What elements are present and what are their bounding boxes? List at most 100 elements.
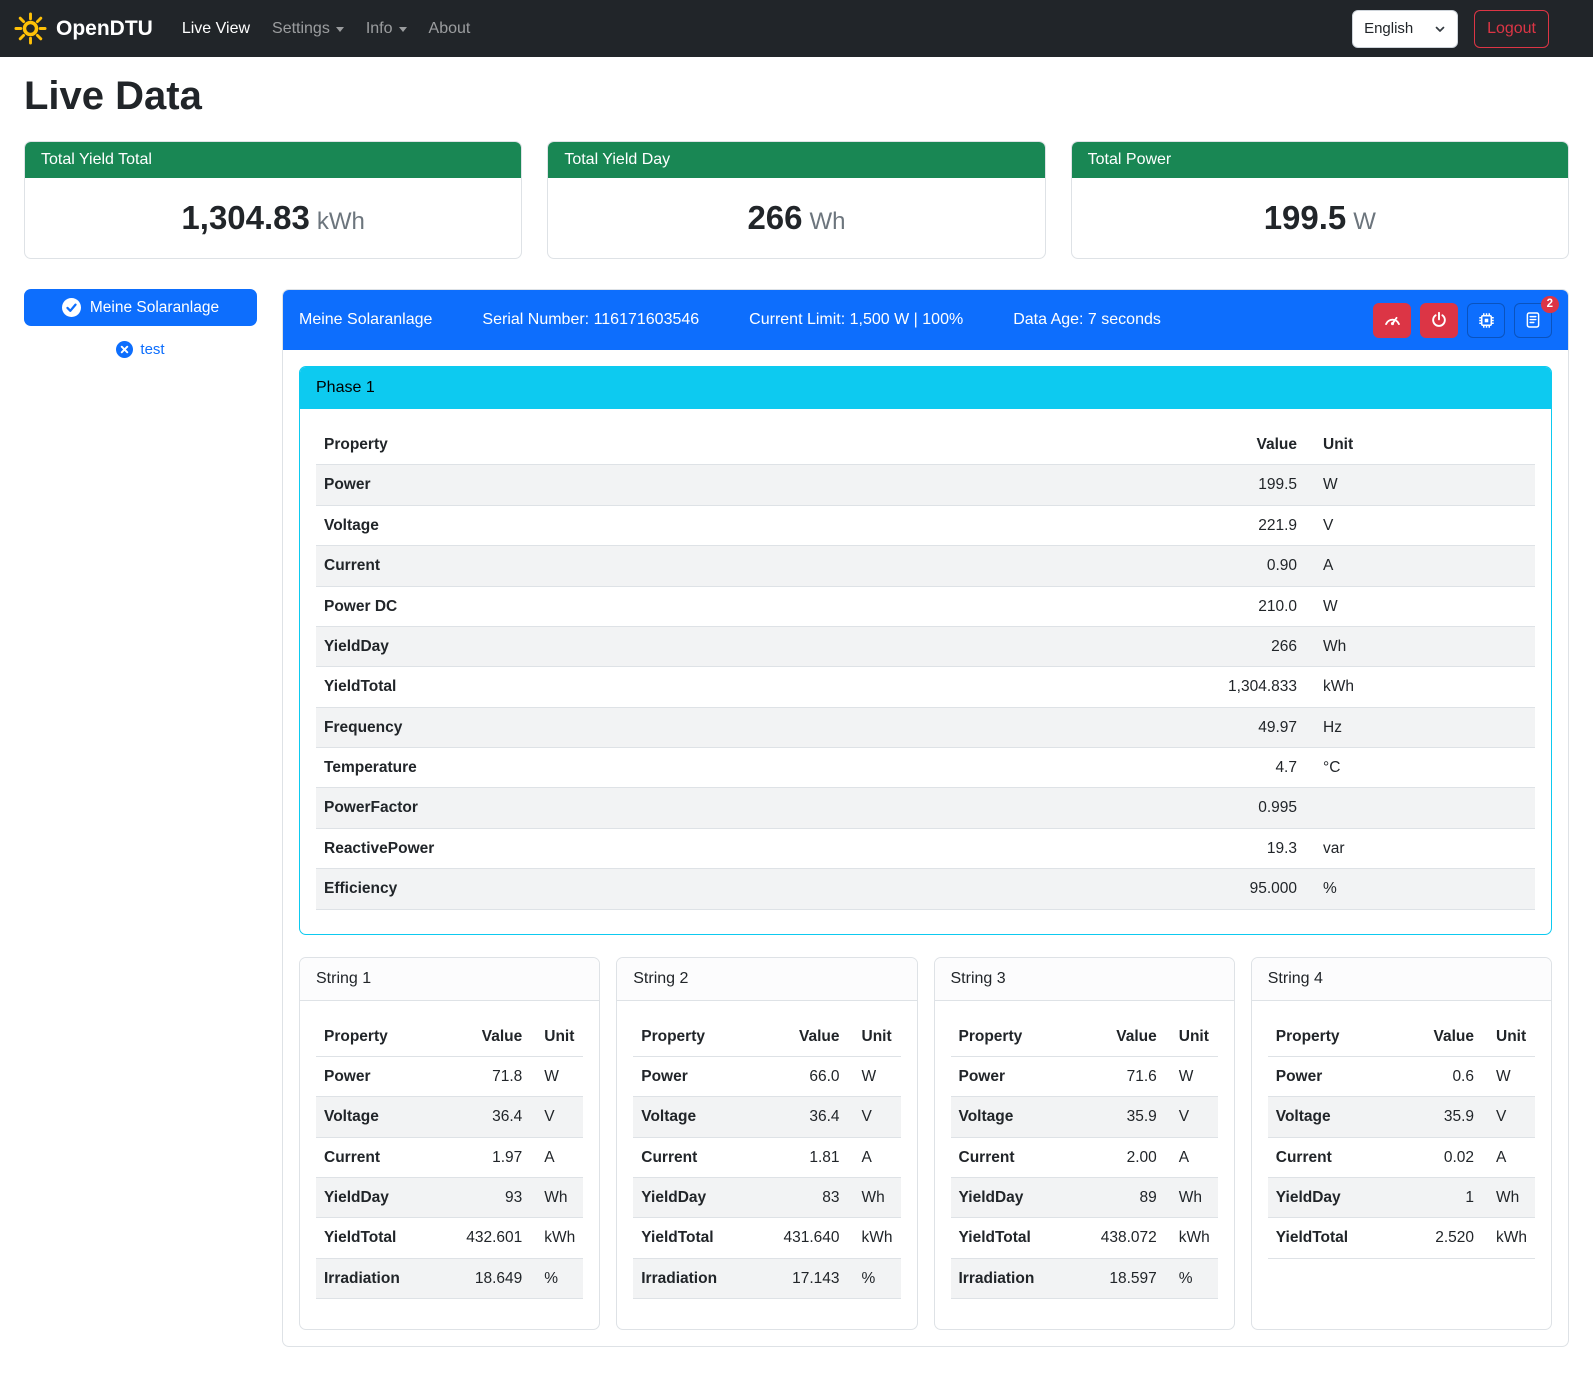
property-name: YieldTotal <box>316 667 1175 707</box>
table-row: Irradiation18.597% <box>951 1258 1218 1298</box>
brand[interactable]: OpenDTU <box>14 12 153 45</box>
property-name: Current <box>316 546 1175 586</box>
property-name: PowerFactor <box>316 788 1175 828</box>
property-value: 49.97 <box>1175 707 1305 747</box>
column-header: Property <box>951 1017 1079 1057</box>
table-header-row: PropertyValueUnit <box>633 1017 900 1057</box>
phase-card: Phase 1 PropertyValueUnitPower199.5WVolt… <box>299 366 1552 935</box>
property-value: 71.6 <box>1079 1056 1165 1096</box>
cpu-icon <box>1477 311 1496 330</box>
speedometer-icon <box>1383 311 1402 330</box>
data-table: PropertyValueUnitPower71.8WVoltage36.4VC… <box>316 1017 583 1300</box>
page-title: Live Data <box>24 74 1569 119</box>
data-table: PropertyValueUnitPower71.6WVoltage35.9VC… <box>951 1017 1218 1300</box>
property-value: 199.5 <box>1175 465 1305 505</box>
property-unit: A <box>1165 1137 1218 1177</box>
journal-icon <box>1524 311 1542 329</box>
column-header: Property <box>316 1017 444 1057</box>
property-unit: V <box>1305 505 1535 545</box>
property-name: YieldTotal <box>951 1218 1079 1258</box>
property-name: Power <box>633 1056 761 1096</box>
property-value: 0.90 <box>1175 546 1305 586</box>
event-count-badge: 2 <box>1541 296 1559 314</box>
property-value: 71.8 <box>444 1056 530 1096</box>
table-header-row: PropertyValueUnit <box>316 425 1535 465</box>
phase-card-body: PropertyValueUnitPower199.5WVoltage221.9… <box>300 409 1551 934</box>
summary-unit: W <box>1353 208 1376 235</box>
property-value: 432.601 <box>444 1218 530 1258</box>
nav-item-settings[interactable]: Settings <box>261 12 355 46</box>
table-row: Power71.8W <box>316 1056 583 1096</box>
table-row: Current1.97A <box>316 1137 583 1177</box>
property-unit: var <box>1305 828 1535 868</box>
property-name: Current <box>633 1137 761 1177</box>
property-name: Power <box>316 1056 444 1096</box>
property-name: YieldTotal <box>316 1218 444 1258</box>
property-value: 1.81 <box>762 1137 848 1177</box>
nav-item-label: About <box>429 20 471 38</box>
property-value: 35.9 <box>1079 1097 1165 1137</box>
nav-item-info[interactable]: Info <box>355 12 418 46</box>
property-unit: W <box>1305 586 1535 626</box>
navbar: OpenDTU Live View Settings Info About En… <box>0 0 1593 57</box>
summary-unit: Wh <box>810 208 846 235</box>
table-row: Current0.90A <box>316 546 1535 586</box>
string-card-title: String 4 <box>1252 958 1551 1001</box>
nav-item-live-view[interactable]: Live View <box>171 12 261 46</box>
inverter-card-body: Phase 1 PropertyValueUnitPower199.5WVolt… <box>283 350 1568 1346</box>
property-value: 95.000 <box>1175 869 1305 909</box>
property-name: Irradiation <box>633 1258 761 1298</box>
sidebar-item-test[interactable]: test <box>24 341 257 358</box>
inverter-limit: Current Limit: 1,500 W | 100% <box>749 311 963 329</box>
device-info-button[interactable] <box>1467 303 1505 338</box>
event-log-button[interactable]: 2 <box>1514 303 1552 338</box>
string-card-body: PropertyValueUnitPower66.0WVoltage36.4VC… <box>617 1001 916 1330</box>
property-value: 19.3 <box>1175 828 1305 868</box>
property-unit: A <box>1305 546 1535 586</box>
inverter-select-button[interactable]: Meine Solaranlage <box>24 289 257 326</box>
navbar-right: English Logout <box>1352 10 1579 48</box>
property-unit: W <box>1305 465 1535 505</box>
property-name: Current <box>951 1137 1079 1177</box>
property-value: 0.02 <box>1396 1137 1482 1177</box>
property-unit: kWh <box>1305 667 1535 707</box>
inverter-actions: 2 <box>1373 303 1552 338</box>
power-icon <box>1430 311 1448 329</box>
language-select[interactable]: English <box>1352 10 1458 48</box>
inverter-card-header: Meine Solaranlage Serial Number: 1161716… <box>283 290 1568 350</box>
property-unit: V <box>530 1097 583 1137</box>
property-name: Voltage <box>633 1097 761 1137</box>
column-header: Value <box>762 1017 848 1057</box>
property-unit: A <box>848 1137 901 1177</box>
table-row: Voltage35.9V <box>951 1097 1218 1137</box>
property-name: Voltage <box>316 505 1175 545</box>
check-circle-icon <box>62 298 81 317</box>
property-name: YieldTotal <box>1268 1218 1396 1258</box>
data-table: PropertyValueUnitPower66.0WVoltage36.4VC… <box>633 1017 900 1300</box>
data-table: PropertyValueUnitPower199.5WVoltage221.9… <box>316 425 1535 910</box>
nav-item-about[interactable]: About <box>418 12 482 46</box>
table-header-row: PropertyValueUnit <box>1268 1017 1535 1057</box>
property-unit: W <box>1482 1056 1535 1096</box>
property-name: YieldDay <box>316 626 1175 666</box>
property-name: YieldTotal <box>633 1218 761 1258</box>
string-card-title: String 2 <box>617 958 916 1001</box>
strings-row: String 1PropertyValueUnitPower71.8WVolta… <box>299 957 1552 1331</box>
property-value: 266 <box>1175 626 1305 666</box>
property-name: Frequency <box>316 707 1175 747</box>
property-name: Irradiation <box>951 1258 1079 1298</box>
property-name: ReactivePower <box>316 828 1175 868</box>
table-row: YieldTotal2.520kWh <box>1268 1218 1535 1258</box>
logout-button[interactable]: Logout <box>1474 10 1549 48</box>
table-row: Irradiation18.649% <box>316 1258 583 1298</box>
property-name: Voltage <box>951 1097 1079 1137</box>
property-name: Efficiency <box>316 869 1175 909</box>
property-name: YieldDay <box>951 1178 1079 1218</box>
property-unit: kWh <box>848 1218 901 1258</box>
limit-settings-button[interactable] <box>1373 303 1411 338</box>
power-button[interactable] <box>1420 303 1458 338</box>
nav-item-label: Live View <box>182 20 250 38</box>
table-row: YieldDay1Wh <box>1268 1178 1535 1218</box>
inverter-serial: Serial Number: 116171603546 <box>482 311 699 329</box>
table-row: YieldTotal431.640kWh <box>633 1218 900 1258</box>
